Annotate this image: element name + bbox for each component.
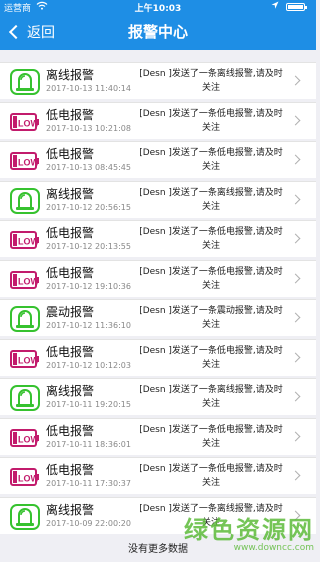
low-battery-icon: LOW	[10, 109, 40, 135]
chevron-right-icon	[290, 233, 301, 244]
offline-alarm-icon	[10, 69, 40, 95]
alarm-time: 2017-10-13 08:45:45	[46, 163, 131, 172]
chevron-right-icon	[290, 75, 301, 86]
offline-alarm-icon	[10, 503, 40, 530]
alarm-message: [Desn ]发送了一条低电报警,请及时关注	[139, 108, 283, 133]
low-battery-icon: LOW	[10, 346, 40, 372]
alarm-title: 离线报警	[46, 68, 95, 82]
alarm-message: [Desn ]发送了一条低电报警,请及时关注	[139, 345, 283, 370]
alarm-title: 低电报警	[46, 423, 95, 438]
alarm-row[interactable]: LOW 低电报警 2017-10-11 18:36:01 [Desn ]发送了一条低…	[0, 417, 316, 455]
alarm-time: 2017-10-11 18:36:01	[46, 439, 131, 449]
svg-text:LOW: LOW	[18, 276, 39, 286]
svg-text:LOW: LOW	[18, 237, 39, 247]
alarm-row[interactable]: LOW 低电报警 2017-10-12 19:10:36 [Desn ]发送了一条低…	[0, 259, 316, 297]
alarm-time: 2017-10-13 11:40:14	[46, 84, 131, 93]
alarm-row[interactable]: LOW 低电报警 2017-10-12 20:13:55 [Desn ]发送了一条低…	[0, 220, 316, 257]
alarm-row[interactable]: 离线报警 2017-10-12 20:56:15 [Desn ]发送了一条离线报警,…	[0, 180, 316, 218]
alarm-title: 低电报警	[46, 463, 95, 477]
alarm-title: 低电报警	[46, 226, 95, 240]
alarm-title: 低电报警	[46, 147, 95, 161]
low-battery-icon: LOW	[10, 464, 40, 490]
alarm-title: 低电报警	[46, 344, 95, 359]
chevron-right-icon	[290, 391, 301, 402]
alarm-message: [Desn ]发送了一条离线报警,请及时关注	[139, 503, 283, 528]
alarm-time: 2017-10-12 20:13:55	[46, 242, 131, 251]
alarm-message: [Desn ]发送了一条低电报警,请及时关注	[139, 227, 283, 251]
page-title: 报警中心	[127, 23, 188, 41]
chevron-right-icon	[290, 115, 301, 125]
alarm-time: 2017-10-11 17:30:37	[46, 479, 131, 488]
alarm-message: [Desn ]发送了一条低电报警,请及时关注	[139, 464, 283, 488]
alarm-row[interactable]: 震动报警 2017-10-12 11:36:10 [Desn ]发送了一条震动报警,…	[0, 299, 316, 336]
alarm-row[interactable]: LOW 低电报警 2017-10-13 10:21:08 [Desn ]发送了一条低…	[0, 101, 316, 139]
svg-text:LOW: LOW	[18, 434, 39, 444]
svg-text:LOW: LOW	[18, 118, 39, 128]
chevron-right-icon	[290, 510, 301, 520]
svg-text:LOW: LOW	[18, 355, 39, 365]
alarm-time: 2017-10-12 19:10:36	[46, 281, 131, 291]
alarm-time: 2017-10-12 20:56:15	[46, 202, 131, 212]
low-battery-icon: LOW	[10, 425, 40, 451]
low-battery-icon: LOW	[10, 267, 40, 293]
alarm-title: 低电报警	[46, 107, 95, 122]
alarm-title: 离线报警	[46, 384, 95, 398]
chevron-right-icon	[290, 194, 301, 204]
alarm-message: [Desn ]发送了一条离线报警,请及时关注	[139, 385, 283, 409]
alarm-row[interactable]: 离线报警 2017-10-13 11:40:14 [Desn ]发送了一条离线报警,…	[0, 62, 316, 99]
alarm-row[interactable]: LOW 低电报警 2017-10-13 08:45:45 [Desn ]发送了一条低…	[0, 141, 316, 178]
battery-icon	[286, 3, 307, 11]
alarm-title: 低电报警	[46, 265, 95, 280]
chevron-right-icon	[290, 312, 301, 323]
status-bar: 运营商 上午10:03	[0, 0, 316, 14]
clock: 上午10:03	[134, 4, 182, 14]
chevron-right-icon	[290, 470, 301, 481]
offline-alarm-icon	[10, 385, 40, 411]
chevron-right-icon	[290, 273, 301, 283]
offline-alarm-icon	[10, 306, 40, 332]
alarm-time: 2017-10-11 19:20:15	[46, 400, 131, 409]
alarm-title: 震动报警	[46, 305, 95, 319]
alarm-time: 2017-10-09 22:00:20	[46, 518, 131, 528]
alarm-title: 离线报警	[46, 502, 95, 517]
alarm-time: 2017-10-12 11:36:10	[46, 321, 131, 330]
location-icon	[271, 1, 279, 12]
alarm-message: [Desn ]发送了一条离线报警,请及时关注	[139, 187, 283, 212]
alarm-message: [Desn ]发送了一条低电报警,请及时关注	[139, 148, 283, 172]
alarm-time: 2017-10-12 10:12:03	[46, 360, 131, 370]
alarm-time: 2017-10-13 10:21:08	[46, 123, 131, 133]
alarm-row[interactable]: LOW 低电报警 2017-10-11 17:30:37 [Desn ]发送了一条低…	[0, 457, 316, 494]
low-battery-icon: LOW	[10, 227, 40, 253]
nav-bar: 返回 报警中心	[0, 14, 316, 50]
low-battery-icon: LOW	[10, 148, 40, 174]
svg-text:LOW: LOW	[18, 474, 39, 484]
offline-alarm-icon	[10, 187, 40, 214]
alarm-title: 离线报警	[46, 186, 95, 201]
alarm-row[interactable]: LOW 低电报警 2017-10-12 10:12:03 [Desn ]发送了一条低…	[0, 338, 316, 376]
alarm-row[interactable]: 离线报警 2017-10-09 22:00:20 [Desn ]发送了一条离线报警,…	[0, 496, 316, 534]
chevron-right-icon	[290, 431, 301, 441]
alarm-message: [Desn ]发送了一条震动报警,请及时关注	[139, 306, 283, 330]
alarm-message: [Desn ]发送了一条低电报警,请及时关注	[139, 424, 283, 449]
alarm-message: [Desn ]发送了一条低电报警,请及时关注	[139, 266, 283, 291]
svg-text:LOW: LOW	[18, 158, 39, 168]
chevron-right-icon	[290, 154, 301, 165]
no-more-data-label: 没有更多数据	[128, 544, 188, 555]
alarm-row[interactable]: 离线报警 2017-10-11 19:20:15 [Desn ]发送了一条离线报警,…	[0, 378, 316, 415]
alarm-message: [Desn ]发送了一条离线报警,请及时关注	[139, 69, 283, 93]
chevron-right-icon	[290, 352, 301, 362]
